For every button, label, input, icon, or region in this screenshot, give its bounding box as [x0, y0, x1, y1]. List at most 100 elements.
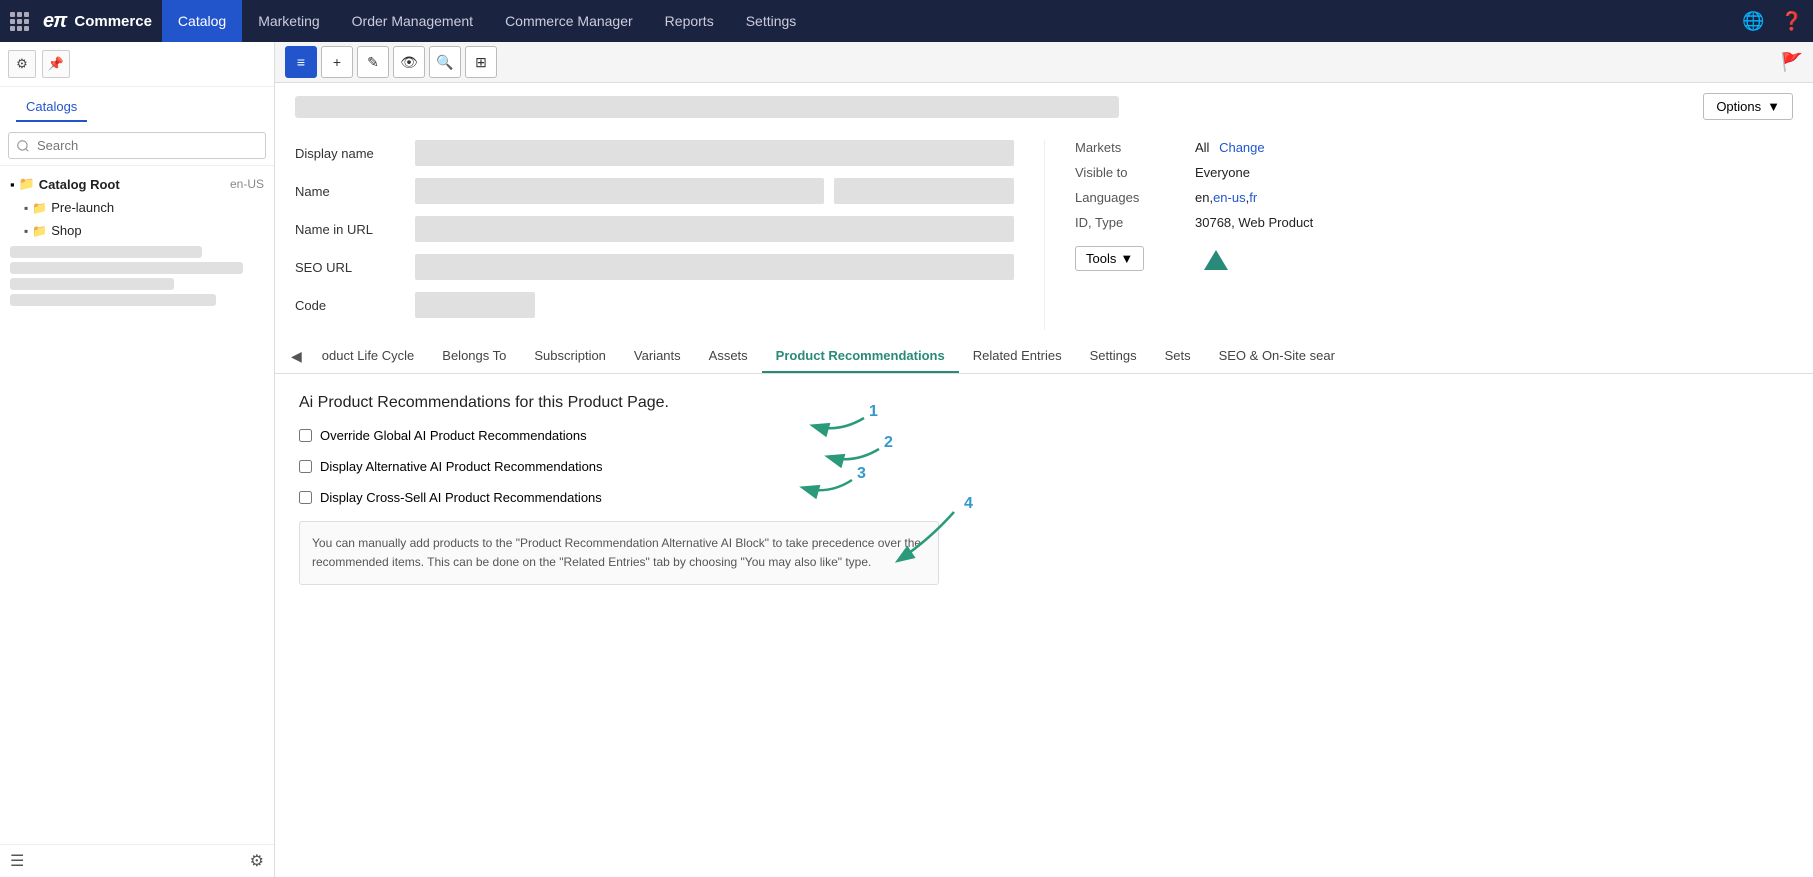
catalogs-link[interactable]: Catalogs: [16, 93, 87, 122]
nav-icon-group: 🌐 ❓: [1742, 11, 1803, 32]
tab-scroll-left[interactable]: ◀: [285, 340, 308, 373]
nav-reports[interactable]: Reports: [649, 0, 730, 42]
tab-subscription[interactable]: Subscription: [520, 340, 620, 373]
help-icon[interactable]: ❓: [1781, 11, 1803, 32]
svg-text:4: 4: [964, 495, 973, 512]
expand-icon-prelaunch: ▪: [24, 201, 28, 215]
expand-icon-shop: ▪: [24, 224, 28, 238]
tools-button[interactable]: Tools ▼: [1075, 246, 1144, 271]
app-logo: eπ: [43, 10, 66, 33]
tab-product-life-cycle[interactable]: oduct Life Cycle: [308, 340, 429, 373]
brand-logo: eπ Commerce: [10, 10, 152, 33]
field-code: Code: [295, 292, 1014, 318]
label-override-global: Override Global AI Product Recommendatio…: [320, 428, 587, 443]
form-right: Markets All Change Visible to Everyone L…: [1044, 140, 1793, 330]
label-name: Name: [295, 184, 405, 199]
blurred-tree-item-3: [10, 278, 174, 290]
checkbox-override-global[interactable]: [299, 429, 312, 442]
brand-name: Commerce: [74, 13, 152, 30]
tree-root-label: Catalog Root: [39, 177, 120, 192]
add-button[interactable]: +: [321, 46, 353, 78]
grid-icon[interactable]: [10, 12, 29, 31]
form-left: Display name Name Name in URL SEO URL: [295, 140, 1044, 330]
nav-commerce-manager[interactable]: Commerce Manager: [489, 0, 649, 42]
value-id-type: 30768, Web Product: [1195, 215, 1313, 230]
value-seo-url-blurred[interactable]: [415, 254, 1014, 280]
value-languages: en,en-us,fr: [1195, 190, 1257, 205]
top-navigation: eπ Commerce Catalog Marketing Order Mana…: [0, 0, 1813, 42]
tools-arrow-icon: ▼: [1120, 251, 1133, 266]
info-id-type: ID, Type 30768, Web Product: [1075, 215, 1793, 230]
search-input[interactable]: [8, 132, 266, 159]
tab-settings[interactable]: Settings: [1076, 340, 1151, 373]
blurred-tree-item-1: [10, 246, 202, 258]
folder-icon-prelaunch: 📁: [32, 201, 47, 215]
product-recommendations-panel: Ai Product Recommendations for this Prod…: [275, 374, 1813, 605]
settings-bottom-icon[interactable]: ⚙: [250, 851, 264, 871]
field-seo-url: SEO URL: [295, 254, 1014, 280]
sidebar-bottom: ☰ ⚙: [0, 844, 274, 877]
menu-icon[interactable]: ☰: [10, 851, 24, 871]
expand-button[interactable]: ⊞: [465, 46, 497, 78]
main-panel: ≡ + ✎ 👁 🔍 ⊞ 🚩 Options ▼: [275, 42, 1813, 877]
label-display-alternative: Display Alternative AI Product Recommend…: [320, 459, 603, 474]
triangle-icon: [1204, 250, 1228, 270]
tab-sets[interactable]: Sets: [1151, 340, 1205, 373]
search-button[interactable]: 🔍: [429, 46, 461, 78]
value-markets: All Change: [1195, 140, 1265, 155]
sidebar: ⚙ 📌 Catalogs ▪ 📁 Catalog Root en-US ▪ 📁 …: [0, 42, 275, 877]
tree-root-item[interactable]: ▪ 📁 Catalog Root en-US: [0, 172, 274, 196]
markets-change-link[interactable]: Change: [1219, 140, 1265, 155]
flag-icon[interactable]: 🚩: [1781, 52, 1803, 73]
tree-view-button[interactable]: ≡: [285, 46, 317, 78]
tab-seo[interactable]: SEO & On-Site sear: [1205, 340, 1349, 373]
nav-order-management[interactable]: Order Management: [336, 0, 489, 42]
value-visible-to: Everyone: [1195, 165, 1250, 180]
value-code-blurred[interactable]: [415, 292, 535, 318]
nav-marketing[interactable]: Marketing: [242, 0, 335, 42]
page-title-blurred: [295, 96, 1119, 118]
lang-en-us-link[interactable]: en-us: [1213, 190, 1246, 205]
sidebar-toolbar: ⚙ 📌: [0, 42, 274, 87]
tree-item-shop[interactable]: ▪ 📁 Shop: [0, 219, 274, 242]
edit-button[interactable]: ✎: [357, 46, 389, 78]
main-layout: ⚙ 📌 Catalogs ▪ 📁 Catalog Root en-US ▪ 📁 …: [0, 42, 1813, 877]
tree-label-prelaunch: Pre-launch: [51, 200, 114, 215]
value-name-url-blurred[interactable]: [415, 216, 1014, 242]
tree-label-shop: Shop: [51, 223, 81, 238]
nav-catalog[interactable]: Catalog: [162, 0, 242, 42]
preview-button[interactable]: 👁: [393, 46, 425, 78]
panel-title: Ai Product Recommendations for this Prod…: [299, 394, 1789, 412]
tree-root-lang: en-US: [230, 177, 264, 191]
settings-icon[interactable]: ⚙: [8, 50, 36, 78]
field-display-name: Display name: [295, 140, 1014, 166]
tabs-bar: ◀ oduct Life Cycle Belongs To Subscripti…: [275, 340, 1813, 374]
value-name-blurred-main[interactable]: [415, 178, 824, 204]
value-display-name-blurred[interactable]: [415, 140, 1014, 166]
tab-variants[interactable]: Variants: [620, 340, 695, 373]
expand-icon: ▪: [10, 177, 15, 192]
tab-belongs-to[interactable]: Belongs To: [428, 340, 520, 373]
options-button[interactable]: Options ▼: [1703, 93, 1793, 120]
label-display-name: Display name: [295, 146, 405, 161]
options-label: Options: [1716, 99, 1761, 114]
nav-settings[interactable]: Settings: [730, 0, 813, 42]
pin-icon[interactable]: 📌: [42, 50, 70, 78]
tab-related-entries[interactable]: Related Entries: [959, 340, 1076, 373]
tab-assets[interactable]: Assets: [695, 340, 762, 373]
info-box: You can manually add products to the "Pr…: [299, 521, 939, 585]
checkbox-row-3: Display Cross-Sell AI Product Recommenda…: [299, 490, 1789, 505]
globe-icon[interactable]: 🌐: [1742, 11, 1764, 32]
tab-product-recommendations[interactable]: Product Recommendations: [762, 340, 959, 373]
tools-label: Tools: [1086, 251, 1116, 266]
value-name-blurred-sm[interactable]: [834, 178, 1014, 204]
checkbox-display-alternative[interactable]: [299, 460, 312, 473]
info-languages: Languages en,en-us,fr: [1075, 190, 1793, 205]
checkbox-display-crosssell[interactable]: [299, 491, 312, 504]
form-section: Display name Name Name in URL SEO URL: [275, 130, 1813, 340]
label-name-url: Name in URL: [295, 222, 405, 237]
label-display-crosssell: Display Cross-Sell AI Product Recommenda…: [320, 490, 602, 505]
info-box-text: You can manually add products to the "Pr…: [312, 536, 921, 569]
tree-item-prelaunch[interactable]: ▪ 📁 Pre-launch: [0, 196, 274, 219]
lang-fr-link[interactable]: fr: [1249, 190, 1257, 205]
